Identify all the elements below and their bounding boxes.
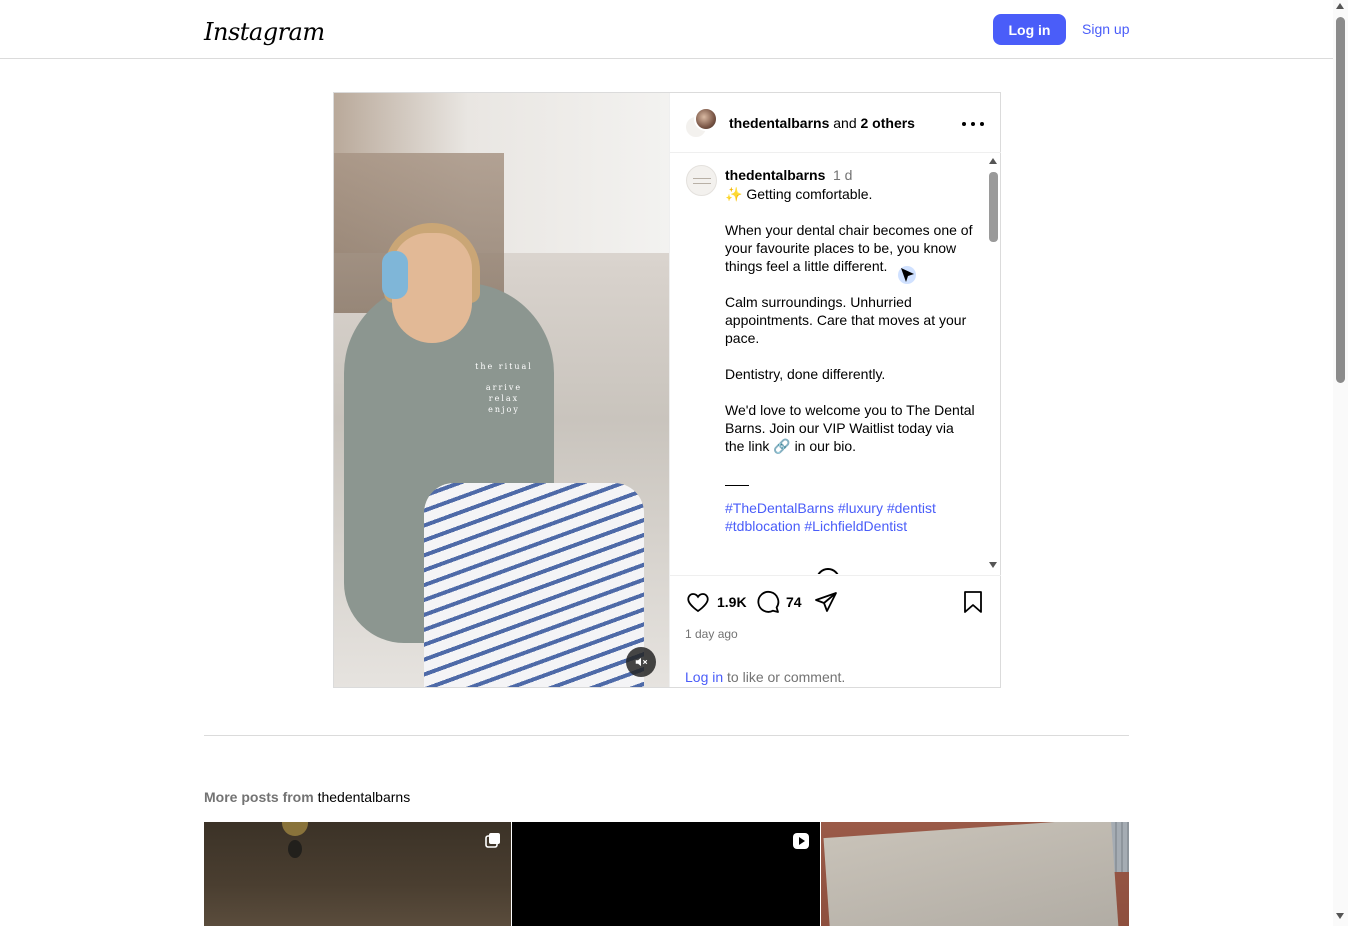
caption-divider bbox=[725, 485, 749, 499]
signup-link[interactable]: Sign up bbox=[1082, 21, 1129, 37]
caption-time: 1 d bbox=[833, 167, 853, 183]
post-card: the ritual arrive relax enjoy thedentalb… bbox=[333, 92, 1001, 688]
muted-speaker-icon bbox=[635, 657, 648, 667]
scroll-thumb[interactable] bbox=[989, 172, 998, 242]
post-thumbnail[interactable] bbox=[512, 822, 820, 926]
scroll-up-arrow[interactable] bbox=[1336, 3, 1344, 9]
login-prompt-text: to like or comment. bbox=[723, 669, 846, 685]
comment-icon bbox=[757, 590, 780, 613]
caption-text: ✨ Getting comfortable. When your dental … bbox=[725, 185, 975, 535]
scroll-down-arrow[interactable] bbox=[989, 562, 997, 568]
overlay-line: the ritual bbox=[475, 362, 533, 371]
caption-scrollbar[interactable] bbox=[987, 154, 1000, 574]
caption-line: ✨ Getting comfortable. bbox=[725, 186, 873, 202]
heart-icon bbox=[687, 593, 709, 613]
scroll-thumb[interactable] bbox=[1336, 17, 1345, 383]
caption-paragraph: Calm surroundings. Unhurried appointment… bbox=[725, 294, 967, 346]
caption-paragraph: Dentistry, done differently. bbox=[725, 366, 886, 382]
post-timestamp[interactable]: 1 day ago bbox=[685, 627, 738, 641]
hashtags[interactable]: #TheDentalBarns #luxury #dentist #tdbloc… bbox=[725, 499, 975, 535]
others-link[interactable]: 2 others bbox=[861, 115, 915, 131]
mouse-cursor-icon bbox=[898, 266, 916, 284]
comment-button[interactable]: 74 bbox=[756, 590, 802, 614]
scroll-up-arrow[interactable] bbox=[989, 158, 997, 164]
page-scrollbar[interactable] bbox=[1333, 0, 1348, 926]
carousel-icon bbox=[485, 833, 500, 848]
author-username[interactable]: thedentalbarns bbox=[729, 115, 829, 131]
overlay-line: relax bbox=[488, 394, 520, 403]
overlay-line: arrive bbox=[485, 383, 523, 392]
share-icon bbox=[815, 592, 837, 612]
bookmark-icon bbox=[964, 591, 982, 613]
authors-conjunction: and bbox=[833, 115, 857, 131]
caption-username[interactable]: thedentalbarns bbox=[725, 167, 825, 183]
video-dress bbox=[424, 483, 644, 687]
comment-count: 74 bbox=[786, 594, 802, 610]
caption-section[interactable]: thedentalbarns 1 d ✨ Getting comfortable… bbox=[670, 154, 1001, 574]
like-button[interactable]: 1.9K bbox=[685, 590, 747, 614]
like-count: 1.9K bbox=[717, 594, 747, 610]
avatar[interactable] bbox=[686, 165, 717, 196]
post-header: thedentalbarns and 2 others bbox=[670, 93, 1001, 153]
video-overlay-text: the ritual arrive relax enjoy bbox=[474, 361, 534, 415]
more-posts-heading: More posts from thedentalbarns bbox=[204, 789, 410, 805]
mute-button[interactable] bbox=[626, 647, 656, 677]
scroll-down-arrow[interactable] bbox=[1336, 913, 1344, 919]
login-link[interactable]: Log in bbox=[685, 669, 723, 685]
loading-spinner-icon bbox=[816, 568, 840, 574]
post-thumbnail[interactable] bbox=[821, 822, 1129, 926]
post-actions: 1.9K 74 1 day ago Log in to like or comm… bbox=[670, 575, 1001, 687]
more-posts-grid bbox=[204, 822, 1129, 926]
more-posts-username[interactable]: thedentalbarns bbox=[318, 789, 411, 805]
instagram-logo[interactable]: Instagram bbox=[204, 18, 325, 46]
share-button[interactable] bbox=[814, 590, 838, 614]
more-icon[interactable] bbox=[962, 121, 984, 127]
login-button[interactable]: Log in bbox=[993, 14, 1066, 45]
caption-paragraph: When your dental chair becomes one of yo… bbox=[725, 222, 973, 274]
avatar[interactable] bbox=[694, 107, 718, 131]
collab-avatars[interactable] bbox=[684, 107, 718, 141]
more-posts-prefix: More posts from bbox=[204, 789, 314, 805]
overlay-line: enjoy bbox=[488, 405, 520, 414]
section-divider bbox=[204, 735, 1129, 736]
login-prompt: Log in to like or comment. bbox=[685, 669, 845, 685]
top-nav: Instagram Log in Sign up bbox=[0, 0, 1333, 59]
post-authors: thedentalbarns and 2 others bbox=[729, 115, 915, 131]
caption-paragraph: We'd love to welcome you to The Dental B… bbox=[725, 402, 975, 454]
video-headphones bbox=[382, 251, 408, 299]
post-video[interactable]: the ritual arrive relax enjoy bbox=[334, 93, 669, 687]
reel-icon bbox=[793, 833, 809, 849]
save-button[interactable] bbox=[962, 590, 984, 614]
post-thumbnail[interactable] bbox=[204, 822, 511, 926]
post-side-panel: thedentalbarns and 2 others thedentalbar… bbox=[669, 93, 1001, 687]
